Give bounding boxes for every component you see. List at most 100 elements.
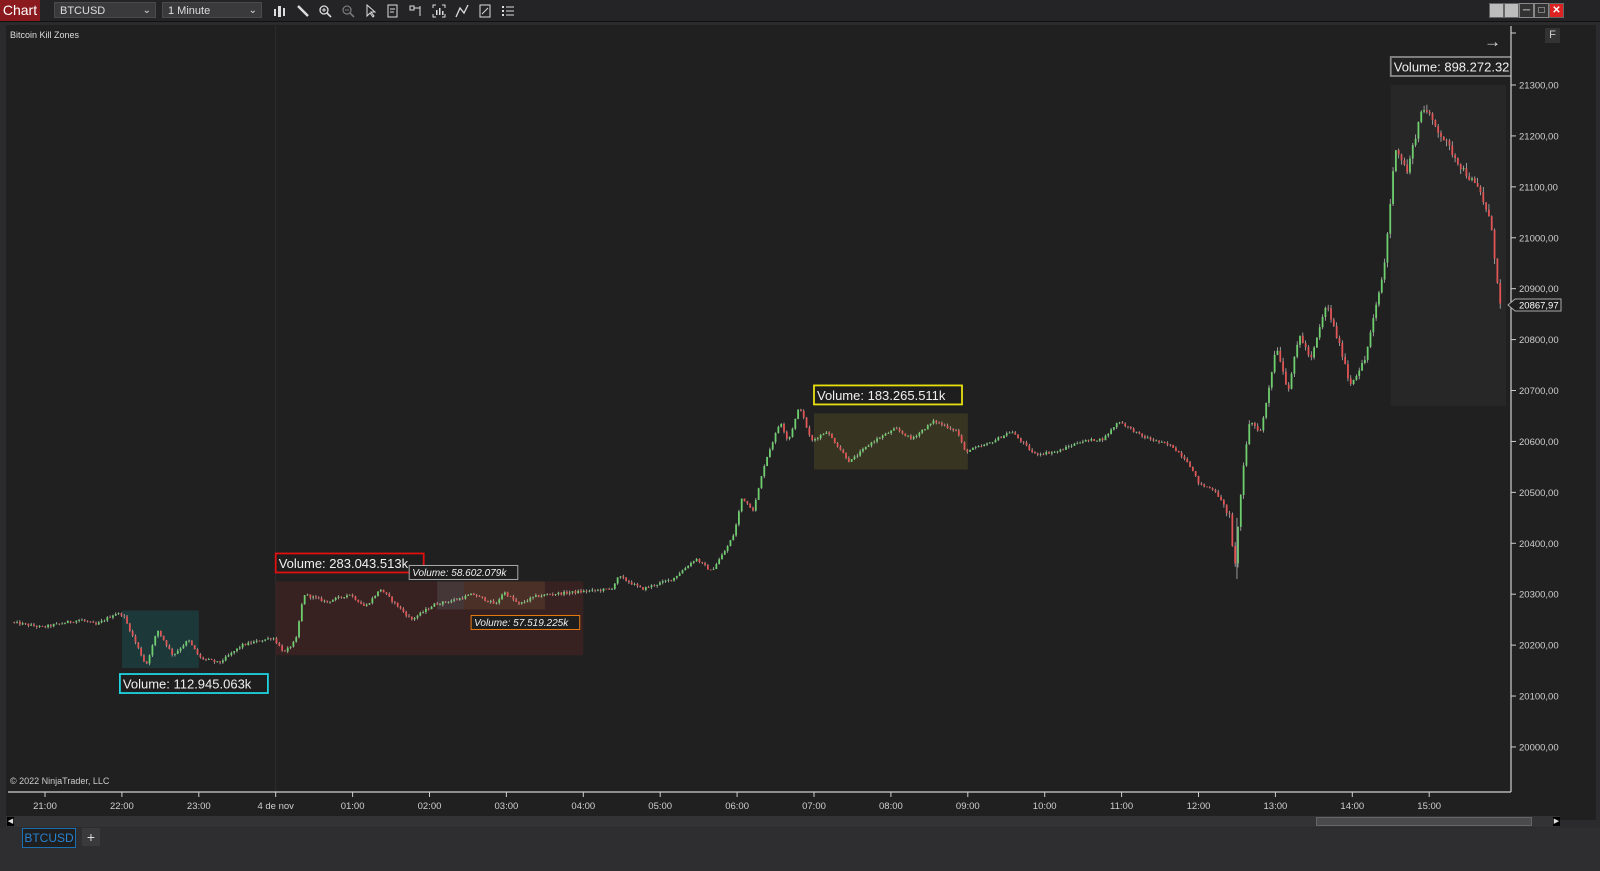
candle-body (1127, 426, 1129, 428)
candle-body (1110, 429, 1112, 434)
candle-body (1296, 344, 1299, 357)
candle-body (137, 642, 140, 649)
instrument-tab[interactable]: BTCUSD (22, 828, 76, 848)
candle-body (1307, 347, 1310, 355)
candle-body (774, 433, 777, 443)
candle-body (264, 639, 267, 641)
candle-body (611, 588, 613, 590)
candle-body (1482, 192, 1485, 203)
candle-body (890, 430, 893, 434)
candle-body (487, 600, 489, 602)
candle-body (159, 630, 162, 636)
candle-body (960, 435, 963, 443)
price-chart[interactable]: Volume: 112.945.063k Volume: 283.043.513k… (0, 0, 1600, 871)
candle-body (193, 645, 196, 650)
candle-body (526, 600, 529, 602)
candle-body (326, 600, 329, 602)
candle-body (582, 590, 585, 593)
candle-body (371, 598, 374, 604)
candle-body (763, 466, 766, 477)
candle-body (188, 640, 190, 642)
candle-body (241, 643, 244, 648)
candle-body (644, 587, 647, 590)
time-tick-label: 4 de nov (257, 801, 294, 812)
candle-body (893, 428, 895, 431)
candle-body (72, 622, 75, 624)
candle-body (47, 624, 49, 628)
candle-body (298, 621, 300, 638)
candle-body (1451, 145, 1454, 156)
volume-label-text: Volume: 57.519.225k (474, 618, 569, 629)
candle-body (100, 620, 103, 623)
candle-body (399, 606, 402, 609)
candle-body (377, 591, 379, 597)
candle-body (1347, 364, 1349, 379)
candle-body (698, 558, 701, 563)
candle-body (196, 649, 199, 655)
candle-body (1287, 384, 1290, 389)
candle-body (1070, 445, 1073, 447)
candle-body (532, 596, 534, 598)
candle-body (27, 623, 30, 626)
candle-body (238, 647, 241, 649)
candle-body (439, 604, 441, 606)
candle-body (551, 594, 554, 596)
candle-body (1285, 371, 1287, 385)
candle-body (1414, 138, 1417, 146)
candle-body (83, 619, 86, 621)
candle-body (306, 594, 309, 596)
scroll-right-icon[interactable]: ▶ (1553, 817, 1560, 826)
candle-body (628, 580, 630, 583)
candle-body (591, 589, 594, 591)
f-button[interactable]: F (1545, 28, 1560, 43)
candle-body (853, 456, 856, 460)
candle-body (145, 661, 148, 664)
candle-body (1259, 430, 1262, 432)
candle-body (636, 584, 639, 586)
candle-body (253, 641, 255, 644)
candle-body (430, 606, 433, 610)
candle-body (616, 577, 619, 584)
candle-body (1445, 140, 1448, 142)
candle-body (706, 565, 709, 570)
candle-body (323, 600, 326, 602)
candle-body (1293, 356, 1296, 374)
candle-body (537, 595, 540, 597)
candle-body (988, 442, 991, 444)
candle-body (151, 645, 154, 656)
candle-body (1454, 155, 1456, 159)
scroll-left-icon[interactable]: ◀ (7, 817, 14, 826)
candle-body (120, 613, 123, 616)
candle-body (1031, 449, 1034, 453)
candle-body (783, 424, 785, 432)
scrollbar-thumb[interactable] (1316, 817, 1532, 826)
candle-body (1141, 433, 1144, 437)
scroll-to-end-arrow-icon[interactable]: → (1484, 32, 1501, 52)
candle-body (814, 439, 816, 441)
candle-body (1417, 121, 1420, 139)
candle-body (157, 630, 159, 637)
candle-body (1124, 423, 1127, 427)
candle-body (81, 619, 83, 621)
candle-body (639, 585, 642, 588)
candle-body (1372, 317, 1375, 333)
candle-body (498, 599, 501, 603)
zone-asia-cyan (121, 610, 199, 669)
time-tick-label: 21:00 (33, 801, 57, 812)
candle-body (1394, 150, 1397, 172)
add-tab-button[interactable]: + (82, 828, 100, 846)
candle-body (205, 659, 207, 660)
candle-body (509, 596, 512, 598)
candle-body (337, 596, 340, 598)
candle-body (475, 594, 478, 597)
candle-body (1363, 359, 1366, 364)
candle-body (300, 604, 303, 622)
candle-body (1175, 447, 1177, 452)
candle-body (1318, 327, 1321, 338)
candle-body (856, 455, 859, 457)
candle-body (605, 588, 608, 590)
candle-body (489, 600, 492, 602)
candle-body (1268, 387, 1270, 403)
candle-body (1022, 441, 1025, 443)
candle-body (1304, 343, 1307, 348)
